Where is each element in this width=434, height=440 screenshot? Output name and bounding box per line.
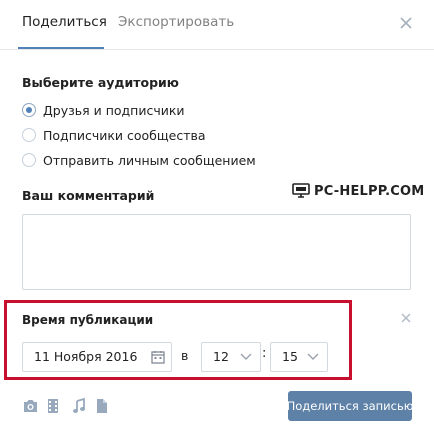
document-icon[interactable]: [96, 398, 108, 414]
date-picker[interactable]: 11 Ноября 2016: [22, 342, 172, 372]
share-post-button[interactable]: Поделиться записью: [287, 391, 413, 421]
camera-icon[interactable]: [22, 398, 39, 414]
publication-time-heading: Время публикации: [22, 313, 154, 327]
date-value: 11 Ноября 2016: [34, 349, 138, 364]
music-icon[interactable]: [72, 398, 86, 414]
time-separator: :: [262, 346, 267, 361]
monitor-icon: [292, 183, 310, 198]
video-icon[interactable]: [46, 398, 60, 414]
comment-heading: Ваш комментарий: [22, 188, 155, 203]
hour-select[interactable]: 12: [201, 342, 261, 372]
tab-bar: Поделиться Экспортировать: [0, 0, 434, 50]
minute-select[interactable]: 15: [270, 342, 328, 372]
radio-label: Отправить личным сообщением: [43, 152, 256, 168]
radio-button[interactable]: [22, 153, 36, 167]
minute-value: 15: [282, 349, 298, 364]
chevron-down-icon: [240, 353, 252, 360]
tab-share[interactable]: Поделиться: [22, 14, 107, 30]
tab-export[interactable]: Экспортировать: [118, 14, 234, 30]
radio-community-followers[interactable]: Подписчики сообщества: [22, 126, 206, 144]
audience-heading: Выберите аудиторию: [22, 75, 179, 90]
radio-button-checked[interactable]: [22, 103, 36, 117]
close-icon[interactable]: [397, 14, 415, 32]
radio-private-message[interactable]: Отправить личным сообщением: [22, 151, 256, 169]
radio-button[interactable]: [22, 128, 36, 142]
close-icon[interactable]: [400, 312, 412, 324]
hour-value: 12: [213, 349, 229, 364]
comment-textarea[interactable]: [22, 214, 411, 290]
radio-friends-followers[interactable]: Друзья и подписчики: [22, 101, 185, 119]
radio-label: Подписчики сообщества: [43, 127, 206, 143]
active-tab-underline: [18, 47, 104, 49]
chevron-down-icon: [307, 353, 319, 360]
time-preposition: в: [181, 348, 189, 363]
radio-label: Друзья и подписчики: [43, 102, 185, 118]
calendar-icon[interactable]: [151, 350, 165, 364]
watermark-text: PC-HELPP.COM: [314, 183, 425, 199]
watermark: PC-HELPP.COM: [292, 183, 424, 199]
